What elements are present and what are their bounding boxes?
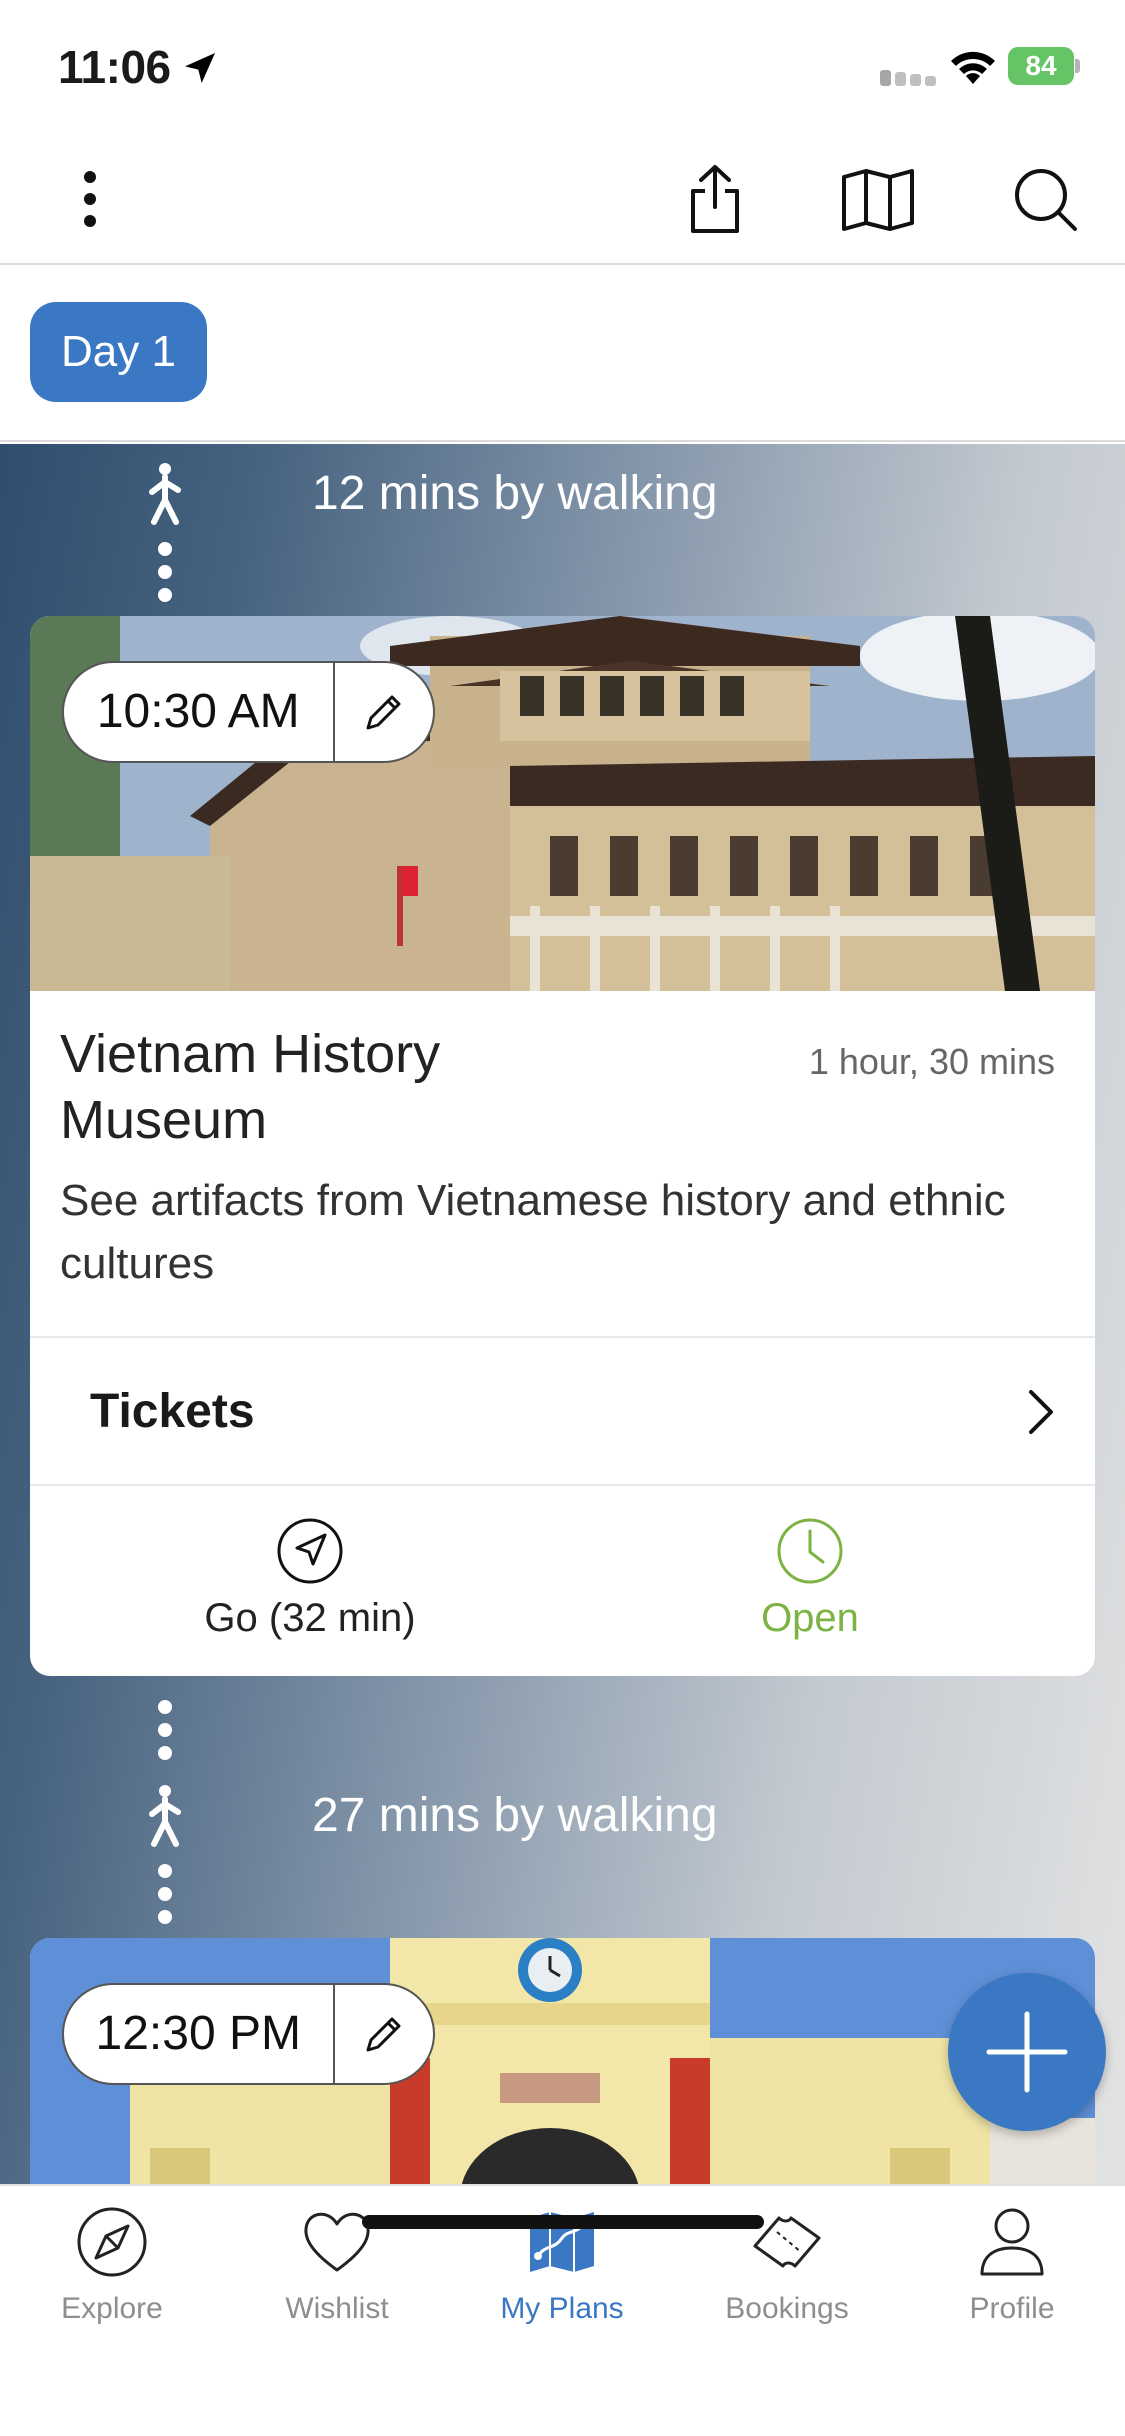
transit-duration: 27 mins by walking xyxy=(312,1789,718,1842)
more-vertical-icon xyxy=(84,171,96,227)
transit-row: 27 mins by walking xyxy=(0,1766,1125,1866)
tab-profile[interactable]: Profile xyxy=(912,2204,1112,2326)
directions-button[interactable]: Go (32 min) xyxy=(160,1516,460,1641)
search-button[interactable] xyxy=(1005,135,1085,263)
person-icon xyxy=(980,2208,1044,2276)
pencil-icon xyxy=(366,695,401,730)
timeline-dots xyxy=(157,542,173,611)
share-button[interactable] xyxy=(680,135,750,263)
tab-label: Wishlist xyxy=(285,2292,389,2325)
battery-icon: 84 xyxy=(1008,47,1080,85)
map-icon xyxy=(842,169,914,231)
day-chip-selected[interactable]: Day 1 xyxy=(30,302,207,402)
transit-row: 12 mins by walking xyxy=(0,444,1125,544)
tickets-row[interactable]: Tickets xyxy=(30,1336,1095,1486)
market-photo: 12:30 PM xyxy=(30,1938,1095,2184)
clock-icon xyxy=(777,1518,843,1584)
itinerary-list[interactable]: 12 mins by walking 10:30 AM Vietnam Hist… xyxy=(0,444,1125,2184)
open-status: Open xyxy=(761,1596,859,1640)
plus-icon xyxy=(986,2011,1068,2093)
start-time[interactable]: 10:30 AM xyxy=(64,663,335,761)
directions-label: Go (32 min) xyxy=(204,1596,416,1640)
museum-photo: 10:30 AM xyxy=(30,616,1095,991)
top-toolbar xyxy=(0,135,1125,265)
compass-icon xyxy=(77,2207,147,2277)
tab-label: My Plans xyxy=(500,2292,624,2325)
more-options-button[interactable] xyxy=(60,135,120,263)
card-actions: Go (32 min) Open xyxy=(30,1486,1095,1676)
tickets-label: Tickets xyxy=(90,1385,255,1438)
walking-person-icon xyxy=(149,1785,181,1847)
timeline-dots xyxy=(157,1864,173,1933)
card-details: Vietnam History Museum 1 hour, 30 mins S… xyxy=(30,991,1095,1336)
itinerary-card[interactable]: 12:30 PM xyxy=(30,1938,1095,2184)
battery-level: 84 xyxy=(1025,50,1057,81)
place-description: See artifacts from Vietnamese history an… xyxy=(60,1176,1006,1288)
heart-icon xyxy=(304,2212,370,2272)
wifi-icon xyxy=(951,51,995,84)
place-title[interactable]: Vietnam History Museum xyxy=(60,1021,620,1153)
itinerary-card[interactable]: 10:30 AM Vietnam History Museum 1 hour, … xyxy=(30,616,1095,1676)
status-time: 11:06 xyxy=(58,41,171,93)
edit-time-button[interactable] xyxy=(335,663,433,761)
pencil-icon xyxy=(366,2017,401,2052)
walking-person-icon xyxy=(149,463,181,525)
visit-duration: 1 hour, 30 mins xyxy=(808,1041,1055,1082)
navigation-icon xyxy=(277,1518,343,1584)
tab-explore[interactable]: Explore xyxy=(12,2204,212,2326)
tab-label: Profile xyxy=(969,2292,1055,2325)
share-icon xyxy=(691,165,739,233)
home-indicator xyxy=(362,2215,764,2229)
cellular-signal-icon xyxy=(880,70,936,86)
tab-label: Explore xyxy=(61,2292,163,2325)
day-selector: Day 1 xyxy=(0,267,1125,442)
chevron-right-icon xyxy=(1029,1390,1053,1434)
status-bar: 11:06 84 xyxy=(0,0,1125,135)
tab-label: Bookings xyxy=(725,2292,849,2325)
edit-time-button[interactable] xyxy=(335,1985,433,2083)
transit-duration: 12 mins by walking xyxy=(312,467,718,520)
time-pill: 12:30 PM xyxy=(62,1983,435,2085)
search-icon xyxy=(1015,169,1077,231)
map-view-button[interactable] xyxy=(838,135,918,263)
opening-hours-button[interactable]: Open xyxy=(660,1516,960,1641)
location-arrow-icon xyxy=(185,53,215,83)
timeline-dots xyxy=(157,1700,173,1769)
start-time[interactable]: 12:30 PM xyxy=(64,1985,335,2083)
add-stop-button[interactable] xyxy=(948,1973,1106,2131)
time-pill: 10:30 AM xyxy=(62,661,435,763)
